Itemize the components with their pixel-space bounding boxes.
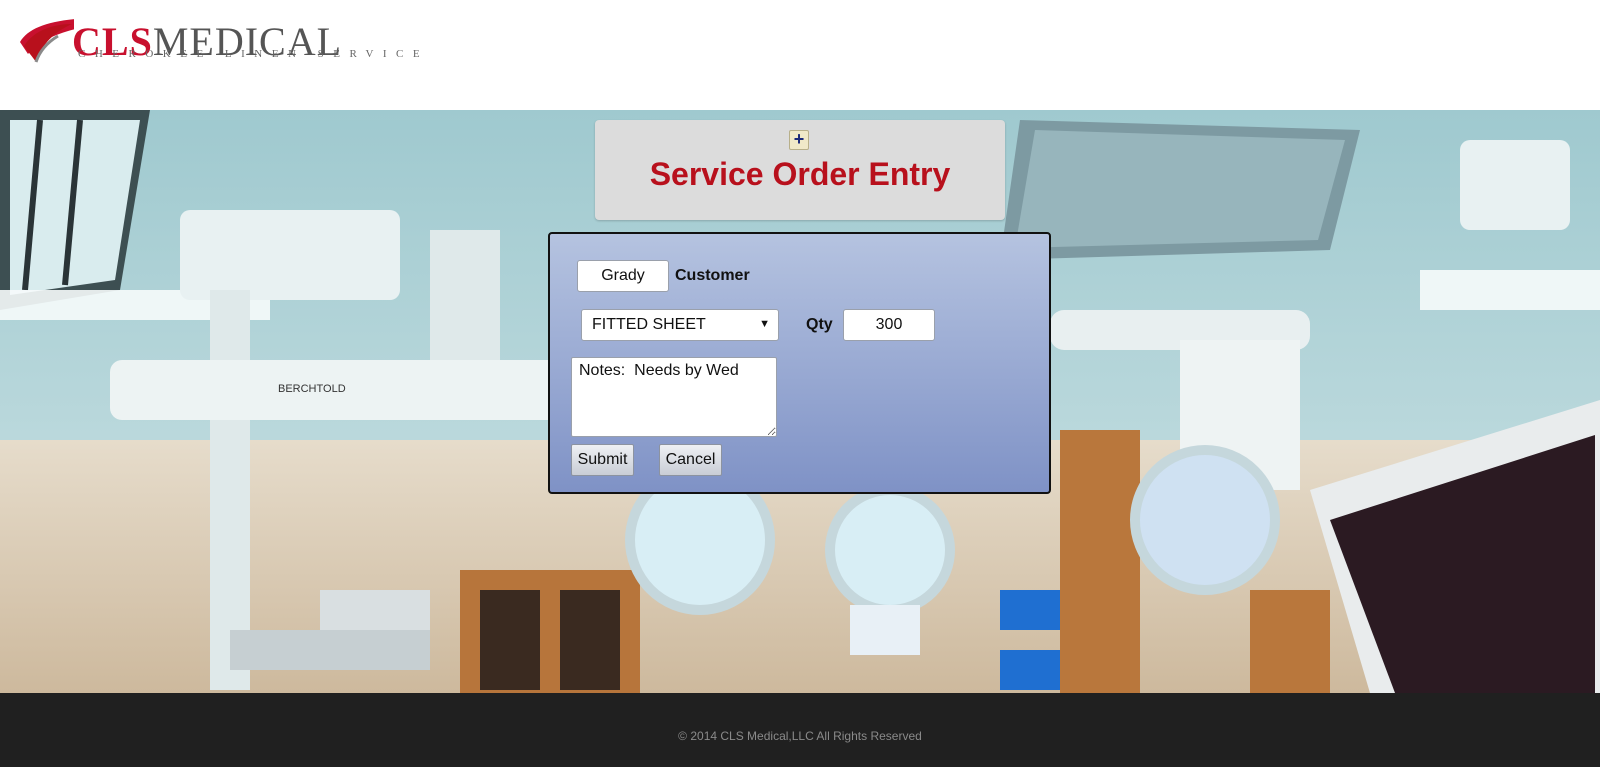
notes-textarea[interactable]: Notes: Needs by Wed (571, 357, 777, 437)
item-select-value: FITTED SHEET (592, 316, 706, 333)
swoosh-icon (20, 19, 74, 63)
svg-text:BERCHTOLD: BERCHTOLD (278, 383, 346, 395)
item-select[interactable]: FITTED SHEET ▼ (581, 309, 779, 341)
site-footer: © 2014 CLS Medical,LLC All Rights Reserv… (0, 693, 1600, 767)
service-order-form: Customer FITTED SHEET ▼ Qty Notes: Needs… (548, 232, 1051, 494)
qty-label: Qty (806, 316, 833, 333)
submit-button[interactable]: Submit (571, 444, 634, 476)
qty-input[interactable] (843, 309, 935, 341)
cancel-button[interactable]: Cancel (659, 444, 722, 476)
customer-label: Customer (675, 267, 750, 284)
copyright-text: © 2014 CLS Medical,LLC All Rights Reserv… (678, 729, 922, 743)
cls-medical-logo[interactable]: CLSMEDICAL CHEROKEE LINEN SERVICE (14, 12, 464, 68)
title-box: + Service Order Entry (595, 120, 1005, 220)
plus-icon[interactable]: + (789, 130, 809, 150)
chevron-down-icon: ▼ (759, 318, 770, 330)
customer-input[interactable] (577, 260, 669, 292)
page-title: Service Order Entry (649, 156, 951, 192)
site-header: CLSMEDICAL CHEROKEE LINEN SERVICE (0, 0, 1600, 110)
logo-tagline: CHEROKEE LINEN SERVICE (78, 48, 430, 60)
